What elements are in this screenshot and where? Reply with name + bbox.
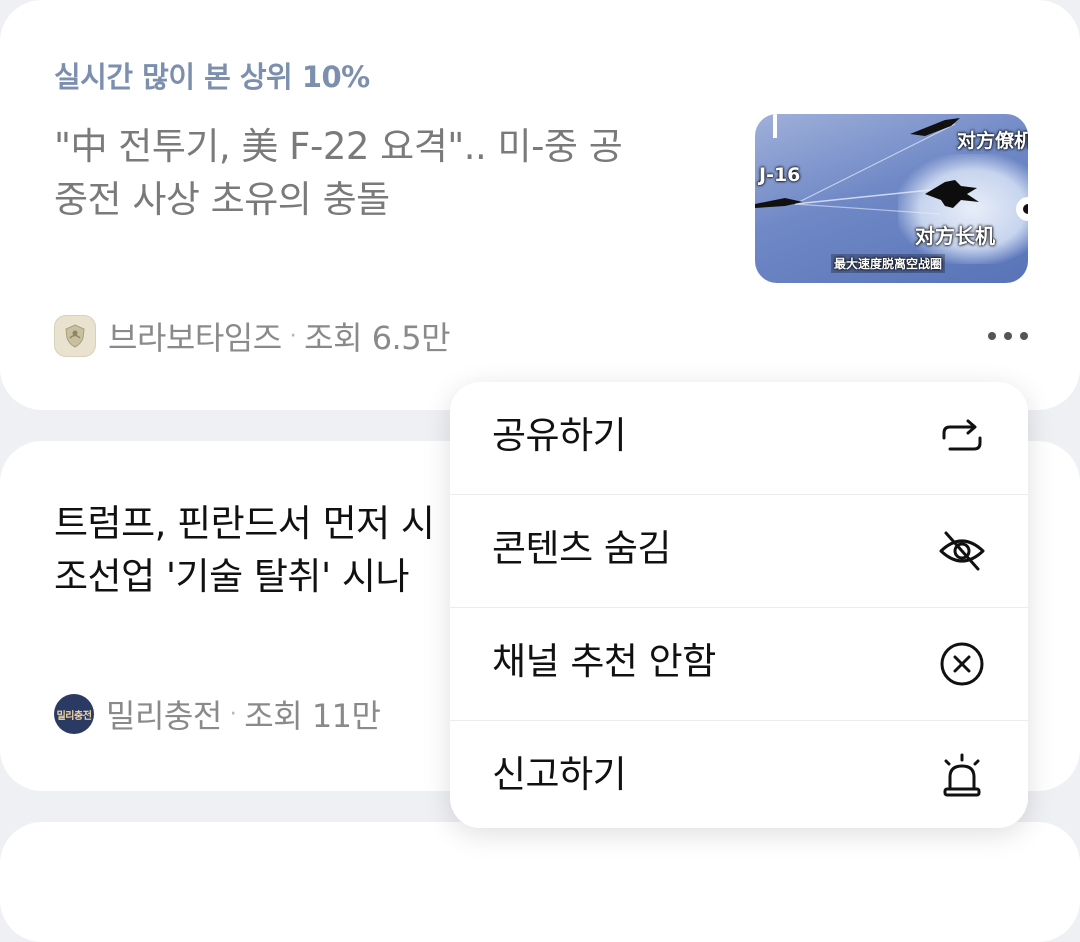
thumbnail-label: 对方长机 [915,224,995,248]
news-card[interactable]: 실시간 많이 본 상위 10% "中 전투기, 美 F-22 요격".. 미-중… [0,0,1080,410]
menu-item-share[interactable]: 공유하기 [450,382,1028,495]
menu-item-dont-recommend[interactable]: 채널 추천 안함 [450,608,1028,721]
view-count: 조회 6.5만 [304,319,451,357]
menu-item-hide-content[interactable]: 콘텐츠 숨김 [450,495,1028,608]
article-thumbnail[interactable]: J-16 对方僚机 对方长机 最大速度脱离空战圈 [755,114,1028,283]
channel-name[interactable]: 밀리충전 [106,691,222,737]
meta-separator: · [289,323,297,349]
circle-x-icon [940,642,984,686]
thumbnail-label: 对方僚机 [957,130,1028,152]
more-dot [1020,332,1028,340]
menu-item-label: 신고하기 [492,753,627,796]
share-icon [942,419,982,451]
article-title[interactable]: "中 전투기, 美 F-22 요격".. 미-중 공 중전 사상 초유의 충돌 [54,120,694,226]
menu-item-label: 콘텐츠 숨김 [492,527,671,570]
context-menu: 공유하기 콘텐츠 숨김 채널 추천 안함 신고하기 [450,382,1028,828]
meta-separator: · [229,701,237,727]
channel-logo[interactable] [54,315,96,357]
view-count: 조회 11만 [244,697,381,735]
eye-off-icon [939,531,985,571]
trending-tag: 실시간 많이 본 상위 10% [54,60,370,94]
article-meta: 브라보타임즈 · 조회 6.5만 [54,313,451,359]
article-title-line: 조선업 '기술 탈취' 시나 [54,555,410,598]
menu-item-report[interactable]: 신고하기 [450,721,1028,833]
thumbnail-label: J-16 [759,164,801,186]
menu-item-label: 공유하기 [492,414,627,457]
article-title-line: 중전 사상 초유의 충돌 [54,178,390,221]
article-title[interactable]: 트럼프, 핀란드서 먼저 시 조선업 '기술 탈취' 시나 [54,497,474,603]
more-horizontal-icon [988,332,996,340]
article-title-line: "中 전투기, 美 F-22 요격".. 미-중 공 [54,125,623,168]
siren-icon [943,753,981,797]
more-options-button[interactable] [988,318,1028,354]
channel-logo-text: 밀리충전 [56,710,92,722]
more-dot [1004,332,1012,340]
thumbnail-caption: 最大速度脱离空战圈 [831,254,946,273]
news-card[interactable] [0,822,1080,942]
emblem-icon [65,324,85,348]
channel-logo[interactable]: 밀리충전 [54,694,94,734]
article-title-line: 트럼프, 핀란드서 먼저 시 [54,502,435,545]
channel-name[interactable]: 브라보타임즈 [108,313,282,359]
menu-item-label: 채널 추천 안함 [492,640,716,683]
article-meta: 밀리충전 밀리충전 · 조회 11만 [54,691,381,737]
